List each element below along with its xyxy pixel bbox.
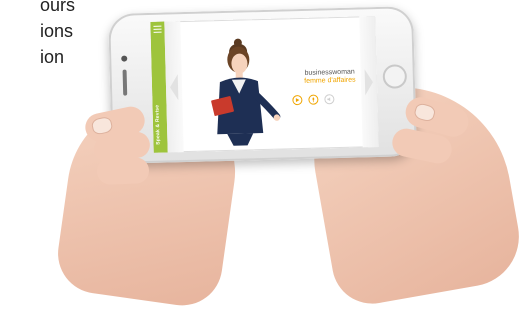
previous-card-button[interactable] — [164, 21, 184, 153]
businesswoman-illustration — [211, 38, 281, 146]
next-card-button[interactable] — [359, 16, 379, 148]
audio-controls — [292, 94, 335, 106]
phone-camera — [121, 55, 128, 62]
french-word: femme d'affaires — [304, 76, 356, 85]
sidebar-label: Speak & Revise — [154, 104, 162, 145]
home-button[interactable] — [382, 64, 408, 89]
app-screen: Speak & Revise businesswoman femme d'aff… — [150, 16, 379, 153]
play-button[interactable] — [292, 94, 303, 106]
menu-icon[interactable] — [153, 25, 162, 33]
background-text: ours ions ion — [0, 0, 75, 70]
word-card: businesswoman femme d'affaires — [290, 68, 370, 85]
record-button[interactable] — [308, 94, 319, 105]
chevron-right-icon — [364, 68, 373, 95]
background-text-line: ion — [40, 47, 65, 67]
microphone-icon — [312, 97, 315, 103]
play-icon — [295, 98, 300, 103]
left-ring-finger — [96, 157, 150, 185]
listen-button[interactable] — [324, 94, 335, 105]
background-text-line: ions — [40, 21, 74, 41]
chevron-left-icon — [170, 73, 179, 100]
background-text-line: ours — [40, 0, 76, 15]
phone-speaker — [122, 69, 128, 96]
speaker-icon — [327, 97, 331, 102]
smartphone: Speak & Revise businesswoman femme d'aff… — [108, 6, 417, 164]
